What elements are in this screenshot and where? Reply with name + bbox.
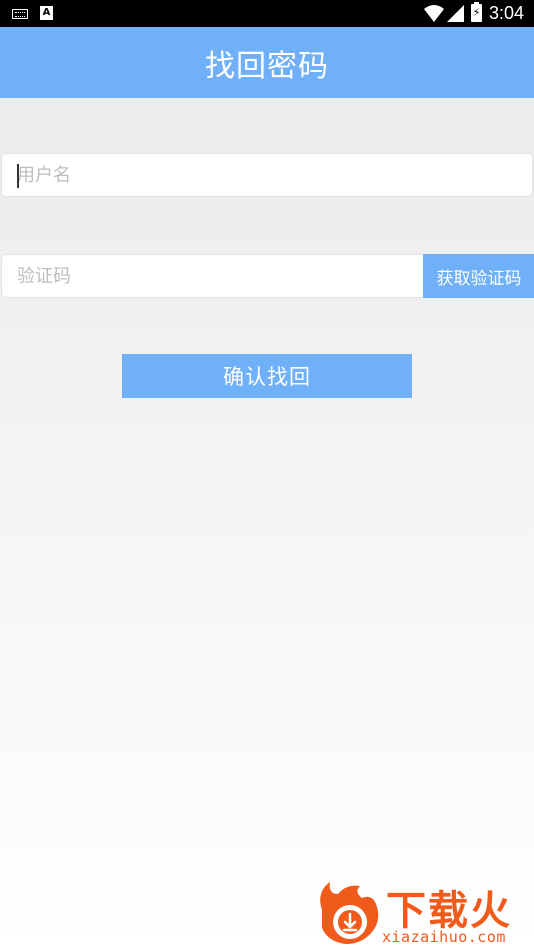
a-notification-icon: A	[40, 6, 53, 20]
signal-icon	[447, 5, 464, 22]
confirm-recover-button[interactable]: 确认找回	[122, 354, 412, 398]
keyboard-icon	[12, 9, 28, 19]
verification-code-row: 获取验证码	[1, 254, 534, 298]
get-code-button[interactable]: 获取验证码	[423, 254, 534, 298]
status-clock: 3:04	[488, 3, 524, 23]
status-bar: A ⚡ 3:04	[0, 0, 534, 27]
battery-icon: ⚡	[471, 2, 482, 22]
flame-logo-icon	[320, 882, 379, 944]
app-header: 找回密码	[0, 27, 534, 98]
username-input[interactable]	[1, 153, 533, 197]
watermark-url: xiazaihuo.com	[382, 928, 506, 946]
wifi-icon	[424, 5, 444, 22]
watermark: 下载火 xiazaihuo.com	[316, 878, 534, 948]
page-title: 找回密码	[205, 48, 329, 84]
text-caret	[17, 164, 19, 188]
verification-code-input[interactable]	[1, 254, 424, 298]
